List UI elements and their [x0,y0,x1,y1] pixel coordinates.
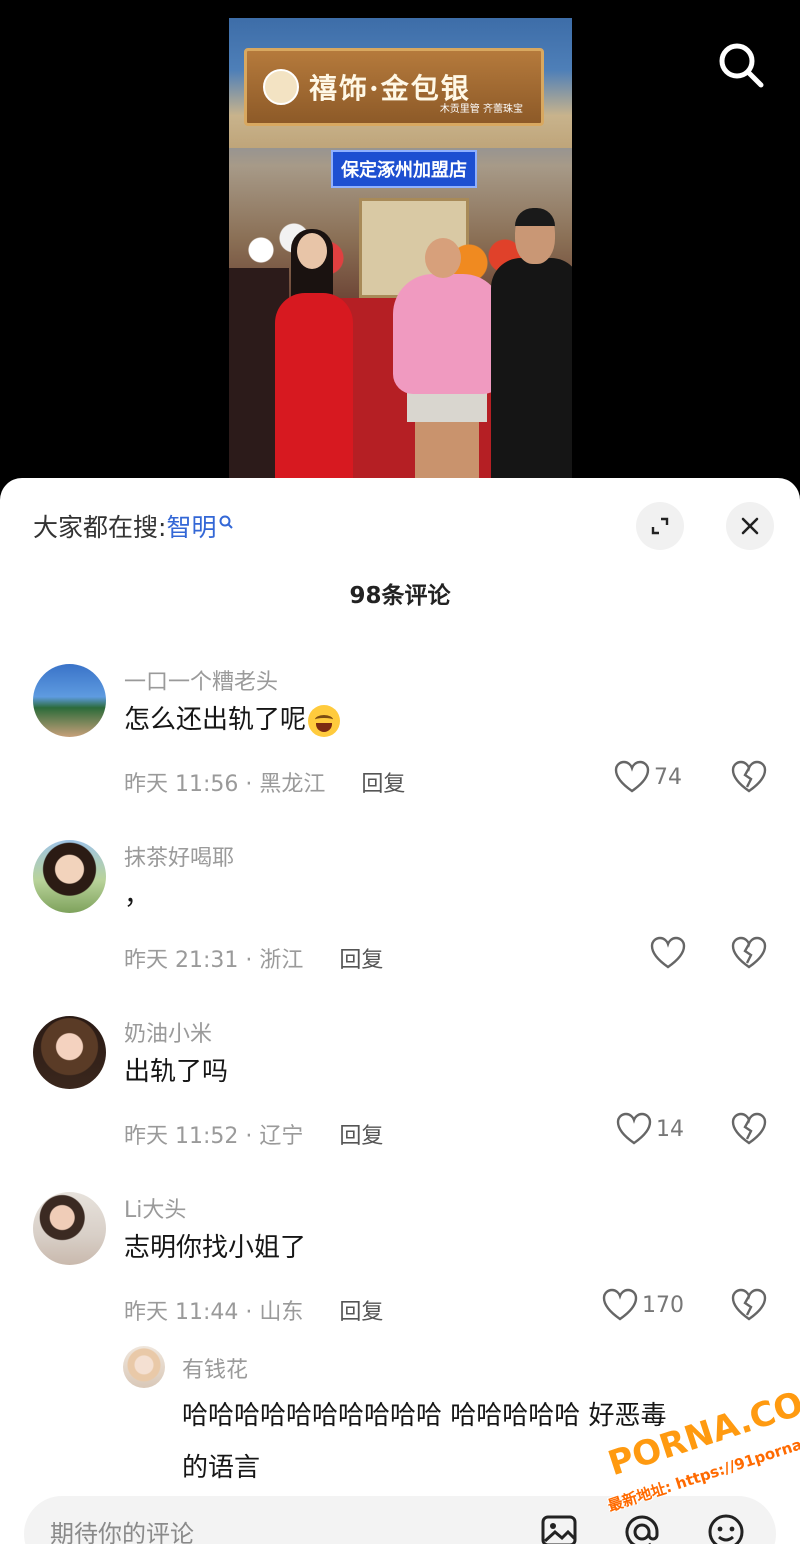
comment-time: 昨天 11:52 · 辽宁 [124,1124,304,1149]
image-icon[interactable] [538,1510,582,1544]
woman-in-red-dress [267,229,357,480]
comment-text: ， [124,881,151,911]
avatar[interactable] [123,1346,165,1388]
comment-input[interactable] [50,1514,470,1544]
reply-button[interactable]: 回复 [339,1294,383,1326]
comment-count: 98条评论 [349,583,451,609]
comment-time: 昨天 21:31 · 浙江 [124,948,304,973]
reply-text-line2: 的语言 [182,1453,261,1483]
avatar[interactable] [33,840,106,913]
search-icon[interactable] [714,38,768,92]
dislike-button[interactable] [731,1112,767,1148]
comment-author[interactable]: 抹茶好喝耶 [124,840,234,872]
store-banner: 保定涿州加盟店 [331,150,477,188]
comment-author[interactable]: 奶油小米 [124,1016,212,1048]
video-frame[interactable]: 禧饰·金包银 木贡里管 齐蕾珠宝 保定涿州加盟店 [229,18,572,480]
heart-icon [614,760,650,793]
reply-text-line1: 哈哈哈哈哈哈哈哈哈哈 哈哈哈哈哈 好恶毒 [182,1401,667,1431]
comment-meta: 昨天 21:31 · 浙江 回复 [124,942,383,974]
comment-meta: 昨天 11:52 · 辽宁 回复 [124,1118,383,1150]
at-mention-icon[interactable] [620,1510,664,1544]
comment-text: 出轨了吗 [124,1057,229,1087]
like-button[interactable]: 74 [614,760,682,794]
comment-time: 昨天 11:44 · 山东 [124,1300,304,1325]
sheet-header: 大家都在搜: 智明 [0,478,800,574]
reply-button[interactable]: 回复 [339,942,383,974]
laughing-crying-emoji-icon [308,704,341,737]
comment-meta: 昨天 11:44 · 山东 回复 [124,1294,383,1326]
heart-icon [616,1112,652,1145]
reply-button[interactable]: 回复 [361,766,405,798]
comment-meta: 昨天 11:56 · 黑龙江 回复 [124,766,405,798]
like-button[interactable] [650,936,690,970]
avatar[interactable] [33,664,106,737]
dislike-button[interactable] [731,760,767,796]
shop-sign: 禧饰·金包银 木贡里管 齐蕾珠宝 [244,48,544,126]
dislike-button[interactable] [731,936,767,972]
broken-heart-icon [731,1112,767,1145]
broken-heart-icon [731,1288,767,1321]
comment-text: 志明你找小姐了 [124,1233,307,1263]
comment-text-content: 怎么还出轨了呢 [124,705,307,735]
reply-button[interactable]: 回复 [339,1118,383,1150]
broken-heart-icon [731,936,767,969]
shop-subtitle: 木贡里管 齐蕾珠宝 [439,104,523,115]
like-button[interactable]: 14 [616,1112,684,1146]
avatar[interactable] [33,1016,106,1089]
hot-search-keyword[interactable]: 智明 [166,508,216,544]
comment-input-bar [24,1496,776,1544]
shop-logo [263,69,299,105]
avatar[interactable] [33,1192,106,1265]
comment-author[interactable]: 一口一个糟老头 [124,664,278,696]
heart-icon [602,1288,638,1321]
hot-search[interactable]: 大家都在搜: 智明 [33,508,234,544]
broken-heart-icon [731,760,767,793]
expand-button[interactable] [636,502,684,550]
comment-text: 怎么还出轨了呢 [124,694,341,746]
emoji-icon[interactable] [704,1510,748,1544]
small-search-icon [218,507,234,536]
like-count: 170 [642,1292,684,1318]
heart-icon [650,936,686,969]
storefront: 禧饰·金包银 木贡里管 齐蕾珠宝 [229,18,572,148]
video-player[interactable]: 禧饰·金包银 木贡里管 齐蕾珠宝 保定涿州加盟店 [0,0,800,500]
comment-sheet: 大家都在搜: 智明 98条评论 一口一个糟老头 怎么还出轨了呢 昨天 11:56… [0,478,800,1544]
close-button[interactable] [726,502,774,550]
expand-icon [651,517,669,535]
man-in-black [487,208,572,480]
dislike-button[interactable] [731,1288,767,1324]
like-count: 74 [654,764,682,790]
hot-search-prefix: 大家都在搜: [33,513,167,542]
comment-time: 昨天 11:56 · 黑龙江 [124,772,326,797]
reply-author[interactable]: 有钱花 [182,1352,248,1384]
like-count: 14 [656,1116,684,1142]
comment-author[interactable]: Li大头 [124,1192,186,1224]
close-icon [741,517,759,535]
like-button[interactable]: 170 [602,1288,684,1322]
